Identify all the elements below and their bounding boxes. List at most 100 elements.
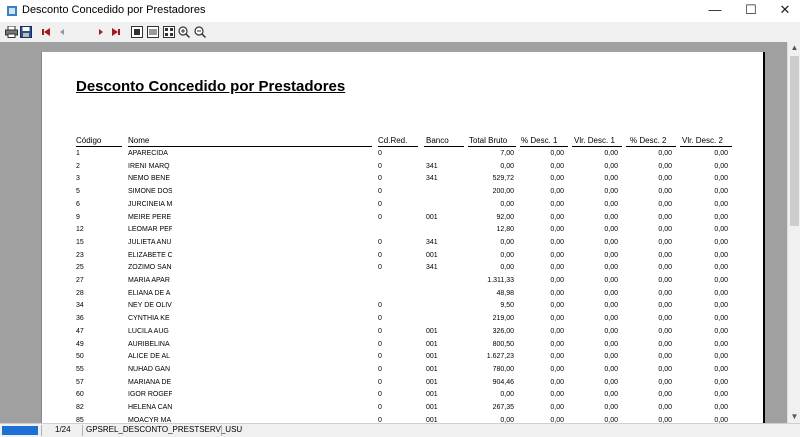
table-row: 55 NUHAD GAN 0 001 780,00 0,00 0,00 0,00 0,00 — [42, 364, 763, 376]
cell-cdred: 0 — [378, 162, 382, 170]
cell-vlr-desc2: 0,00 — [714, 315, 728, 323]
maximize-button[interactable]: ☐ — [734, 0, 768, 22]
last-page-icon[interactable] — [109, 24, 123, 40]
table-row: 82 HELENA CAN 0 001 267,35 0,00 0,00 0,00 0,00 — [42, 402, 763, 414]
cell-codigo: 5 — [76, 188, 80, 196]
cell-total-bruto: 9,50 — [500, 302, 514, 310]
cell-pct-desc2: 0,00 — [658, 162, 672, 170]
cell-nome: ELIZABETE C — [128, 251, 172, 259]
zoom-out-icon[interactable] — [193, 24, 207, 40]
cell-vlr-desc2: 0,00 — [714, 175, 728, 183]
cell-cdred: 0 — [378, 365, 382, 373]
cell-vlr-desc2: 0,00 — [714, 251, 728, 259]
toolbar — [0, 22, 800, 62]
cell-total-bruto: 0,00 — [500, 391, 514, 399]
table-row: 50 ALICE DE AL 0 001 1.627,23 0,00 0,00 0,00 0,0… — [42, 351, 763, 363]
print-icon[interactable] — [4, 24, 18, 40]
first-page-icon[interactable] — [39, 24, 53, 40]
cell-banco: 001 — [426, 378, 438, 386]
vertical-scrollbar[interactable]: ▲ ▼ — [787, 42, 800, 423]
cell-pct-desc1: 0,00 — [550, 365, 564, 373]
cell-pct-desc2: 0,00 — [658, 238, 672, 246]
header-underline — [76, 146, 122, 147]
cell-vlr-desc2: 0,00 — [714, 150, 728, 157]
cell-total-bruto: 0,00 — [500, 251, 514, 259]
cell-nome: NEY DE OLIV — [128, 302, 172, 310]
cell-codigo: 1 — [76, 150, 80, 157]
cell-vlr-desc2: 0,00 — [714, 378, 728, 386]
cell-nome: ALICE DE AL — [128, 353, 171, 361]
cell-codigo: 34 — [76, 302, 84, 310]
cell-vlr-desc2: 0,00 — [714, 353, 728, 361]
column-header-vlr-desc2: Vlr. Desc. 2 — [682, 136, 723, 145]
cell-banco: 001 — [426, 327, 438, 335]
cell-vlr-desc2: 0,00 — [714, 213, 728, 221]
cell-pct-desc2: 0,00 — [658, 277, 672, 284]
cell-nome: LUCILA AUG — [128, 327, 169, 335]
scroll-thumb[interactable] — [790, 56, 799, 226]
cell-vlr-desc1: 0,00 — [604, 340, 618, 348]
cell-nome: SIMONE DOS — [128, 188, 172, 196]
progress-indicator — [2, 426, 38, 435]
cell-codigo: 60 — [76, 391, 84, 399]
cell-cdred: 0 — [378, 238, 382, 246]
table-row: 85 MOACYR MA 0 001 0,00 0,00 0,00 0,00 0,00 — [42, 415, 763, 423]
column-header-cdred: Cd.Red. — [378, 136, 408, 145]
cell-pct-desc2: 0,00 — [658, 264, 672, 272]
table-row: 9 MEIRE PERE 0 001 92,00 0,00 0,00 0,00 0,00 — [42, 212, 763, 224]
cell-codigo: 57 — [76, 378, 84, 386]
cell-vlr-desc2: 0,00 — [714, 162, 728, 170]
window-title: Desconto Concedido por Prestadores — [22, 4, 206, 16]
cell-vlr-desc1: 0,00 — [604, 188, 618, 196]
cell-cdred: 0 — [378, 315, 382, 323]
cell-cdred: 0 — [378, 416, 382, 423]
scroll-down-icon[interactable]: ▼ — [788, 411, 800, 423]
cell-pct-desc2: 0,00 — [658, 327, 672, 335]
cell-pct-desc2: 0,00 — [658, 150, 672, 157]
cell-vlr-desc1: 0,00 — [604, 264, 618, 272]
cell-pct-desc2: 0,00 — [658, 378, 672, 386]
cell-pct-desc2: 0,00 — [658, 188, 672, 196]
close-button[interactable]: ✕ — [768, 0, 800, 22]
cell-cdred: 0 — [378, 264, 382, 272]
cell-total-bruto: 200,00 — [492, 188, 514, 196]
cell-codigo: 2 — [76, 162, 80, 170]
cell-vlr-desc2: 0,00 — [714, 200, 728, 208]
cell-cdred: 0 — [378, 188, 382, 196]
table-row: 6 JURCINEIA M 0 0,00 0,00 0,00 0,00 0,00 — [42, 199, 763, 211]
cell-total-bruto: 904,46 — [492, 378, 514, 386]
cell-nome: MEIRE PERE — [128, 213, 172, 221]
page-width-icon[interactable] — [146, 24, 160, 40]
scroll-up-icon[interactable]: ▲ — [788, 42, 800, 54]
table-row: 12 LEOMAR PEF 12,80 0,00 0,00 0,00 0,00 — [42, 224, 763, 236]
cell-total-bruto: 0,00 — [500, 200, 514, 208]
cell-pct-desc2: 0,00 — [658, 340, 672, 348]
report-page: Desconto Concedido por Prestadores Códig… — [41, 52, 763, 423]
cell-banco: 341 — [426, 162, 438, 170]
cell-banco: 001 — [426, 213, 438, 221]
multi-page-icon[interactable] — [162, 24, 176, 40]
table-row: 36 CYNTHIA KE 0 219,00 0,00 0,00 0,00 0,00 — [42, 313, 763, 325]
cell-codigo: 85 — [76, 416, 84, 423]
prev-page-icon[interactable] — [55, 24, 69, 40]
cell-total-bruto: 0,00 — [500, 238, 514, 246]
zoom-in-icon[interactable] — [177, 24, 191, 40]
title-bar: Desconto Concedido por Prestadores — ☐ ✕ — [0, 0, 800, 22]
next-page-icon[interactable] — [94, 24, 108, 40]
preview-area[interactable]: Desconto Concedido por Prestadores Códig… — [0, 42, 787, 423]
column-header-banco: Banco — [426, 136, 449, 145]
cell-nome: MARIANA DE — [128, 378, 172, 386]
cell-pct-desc2: 0,00 — [658, 302, 672, 310]
cell-codigo: 55 — [76, 365, 84, 373]
cell-nome: NUHAD GAN — [128, 365, 171, 373]
column-header-vlr-desc1: Vlr. Desc. 1 — [574, 136, 615, 145]
cell-vlr-desc2: 0,00 — [714, 289, 728, 297]
save-icon[interactable] — [19, 24, 33, 40]
minimize-button[interactable]: — — [698, 0, 732, 22]
cell-pct-desc2: 0,00 — [658, 175, 672, 183]
cell-banco: 001 — [426, 340, 438, 348]
cell-total-bruto: 92,00 — [496, 213, 514, 221]
cell-pct-desc2: 0,00 — [658, 416, 672, 423]
whole-page-icon[interactable] — [130, 24, 144, 40]
cell-banco: 001 — [426, 391, 438, 399]
